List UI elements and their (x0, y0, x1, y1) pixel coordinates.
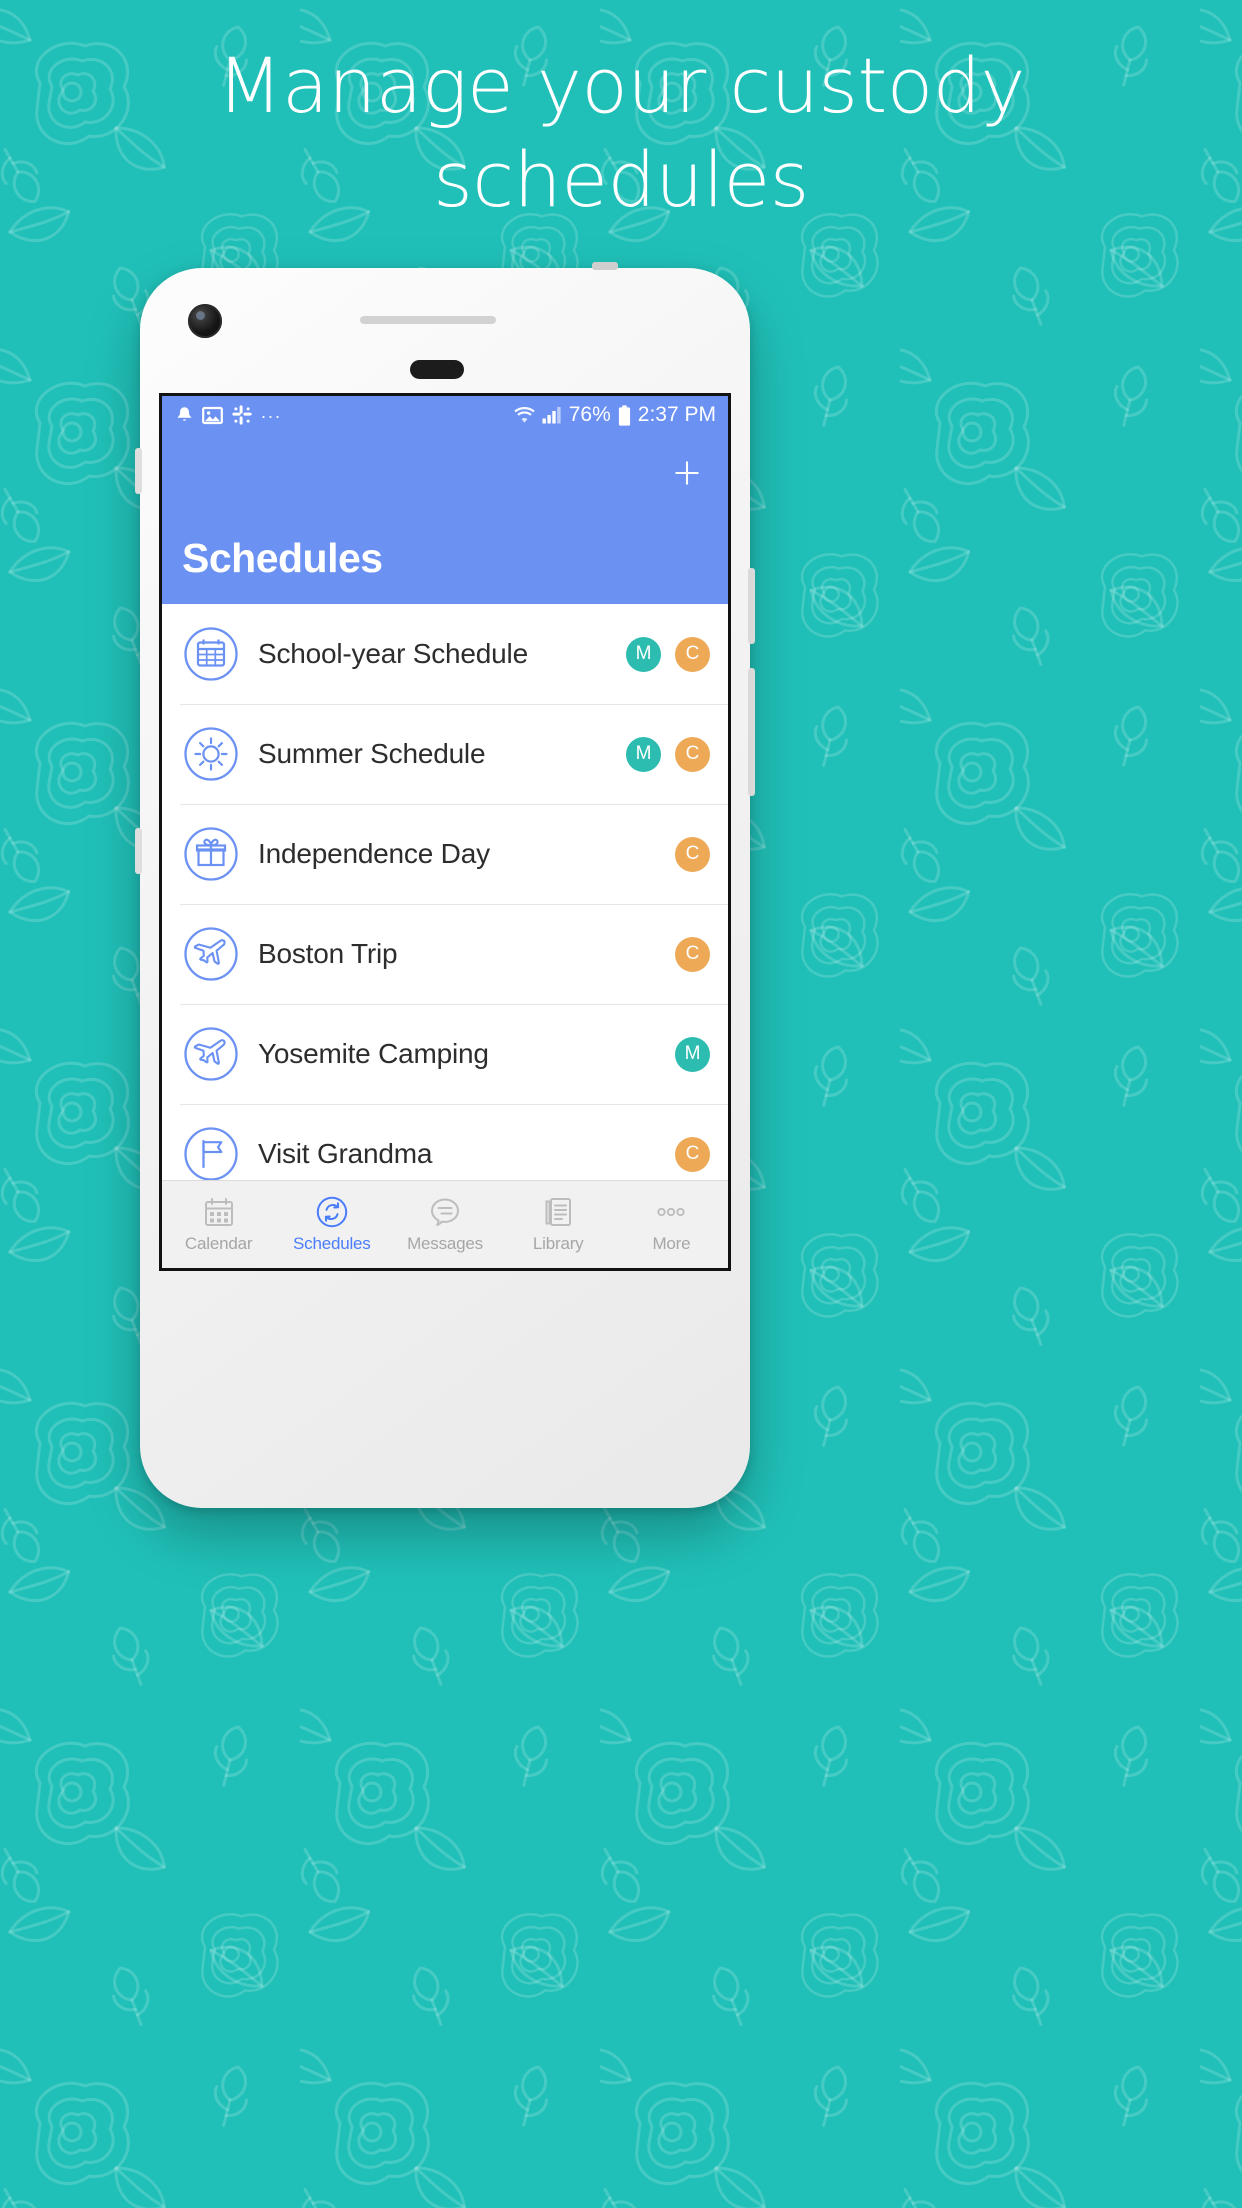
phone-bottom-chin (140, 1396, 750, 1508)
schedule-name: School-year Schedule (258, 638, 528, 669)
battery-percent: 76% (568, 403, 611, 426)
overflow-dots: ... (261, 402, 283, 422)
flag-icon (184, 1127, 238, 1181)
slack-icon (232, 405, 252, 425)
add-schedule-button[interactable] (670, 456, 704, 490)
documents-icon (545, 1198, 572, 1226)
avatar-group: C (675, 1136, 710, 1172)
power-button (592, 262, 618, 270)
schedule-name: Independence Day (258, 838, 490, 869)
status-bar-right: 76% 2:37 PM (514, 403, 716, 427)
chat-bubble-icon (431, 1198, 459, 1226)
app-bar: Schedules (162, 434, 728, 604)
headline-line-2: schedules (433, 135, 809, 224)
image-icon (202, 406, 223, 424)
schedule-name: Summer Schedule (258, 738, 486, 769)
nav-item-more[interactable]: More (615, 1181, 728, 1268)
avatar: C (675, 736, 710, 772)
left-button-top (135, 448, 142, 494)
battery-icon (618, 404, 630, 426)
avatar-group: C (675, 836, 710, 872)
volume-button (748, 568, 755, 644)
avatar-group: M (675, 1036, 710, 1072)
headline-line-1: Manage your custody (216, 41, 1026, 130)
page-title: Schedules (182, 535, 383, 581)
gift-icon (184, 827, 238, 881)
table-row[interactable]: Independence Day C (162, 804, 728, 904)
more-dots-icon (657, 1207, 686, 1217)
avatar: C (675, 936, 710, 972)
clock: 2:37 PM (637, 403, 716, 426)
schedule-name: Boston Trip (258, 938, 398, 969)
plus-icon (675, 461, 699, 485)
promo-headline: Manage your custody schedules (0, 48, 1242, 218)
avatar-group: M C (626, 736, 710, 772)
table-row[interactable]: Boston Trip C (162, 904, 728, 1004)
side-button (748, 668, 755, 796)
schedules-list: School-year Schedule M C Summer Schedule (162, 604, 728, 1268)
table-row[interactable]: Yosemite Camping M (162, 1004, 728, 1104)
status-bar: ... 76% 2:37 PM (162, 396, 728, 434)
schedule-name: Yosemite Camping (258, 1038, 489, 1069)
nav-item-library[interactable]: Library (502, 1181, 615, 1268)
avatar-group: M C (626, 636, 710, 672)
nav-label: Calendar (184, 1234, 253, 1253)
nav-item-messages[interactable]: Messages (388, 1181, 501, 1268)
left-button-bottom (135, 828, 142, 874)
avatar: C (675, 636, 710, 672)
bell-icon (177, 406, 192, 420)
calendar-icon (204, 1198, 233, 1226)
nav-label: Messages (407, 1234, 483, 1253)
sun-icon (184, 727, 238, 781)
nav-item-schedules[interactable]: Schedules (275, 1181, 388, 1268)
avatar: M (626, 736, 661, 772)
earpiece (410, 360, 464, 379)
airplane-icon (184, 927, 238, 981)
avatar-group: C (675, 936, 710, 972)
phone-screen: ... 76% 2:37 PM Schedules School-year Sc… (162, 396, 728, 1268)
nav-item-calendar[interactable]: Calendar (162, 1181, 275, 1268)
avatar: M (675, 1036, 710, 1072)
nav-label: More (652, 1234, 691, 1253)
nav-label: Schedules (293, 1234, 371, 1253)
signal-bars-icon (542, 407, 561, 424)
avatar: C (675, 1136, 710, 1172)
schedule-name: Visit Grandma (258, 1138, 433, 1169)
phone-mockup: ... 76% 2:37 PM Schedules School-year Sc… (135, 262, 755, 1508)
airplane-icon (184, 1027, 238, 1081)
avatar: M (626, 636, 661, 672)
calendar-icon (184, 627, 238, 681)
table-row[interactable]: School-year Schedule M C (162, 604, 728, 704)
top-speaker-grille (360, 316, 496, 324)
status-bar-left: ... (176, 403, 514, 427)
bottom-navigation: Calendar Schedules Messages Library More (162, 1180, 728, 1268)
nav-label: Library (532, 1234, 584, 1253)
avatar: C (675, 836, 710, 872)
wifi-icon (514, 406, 535, 423)
sync-icon (316, 1196, 347, 1228)
front-camera (188, 304, 222, 338)
table-row[interactable]: Summer Schedule M C (162, 704, 728, 804)
